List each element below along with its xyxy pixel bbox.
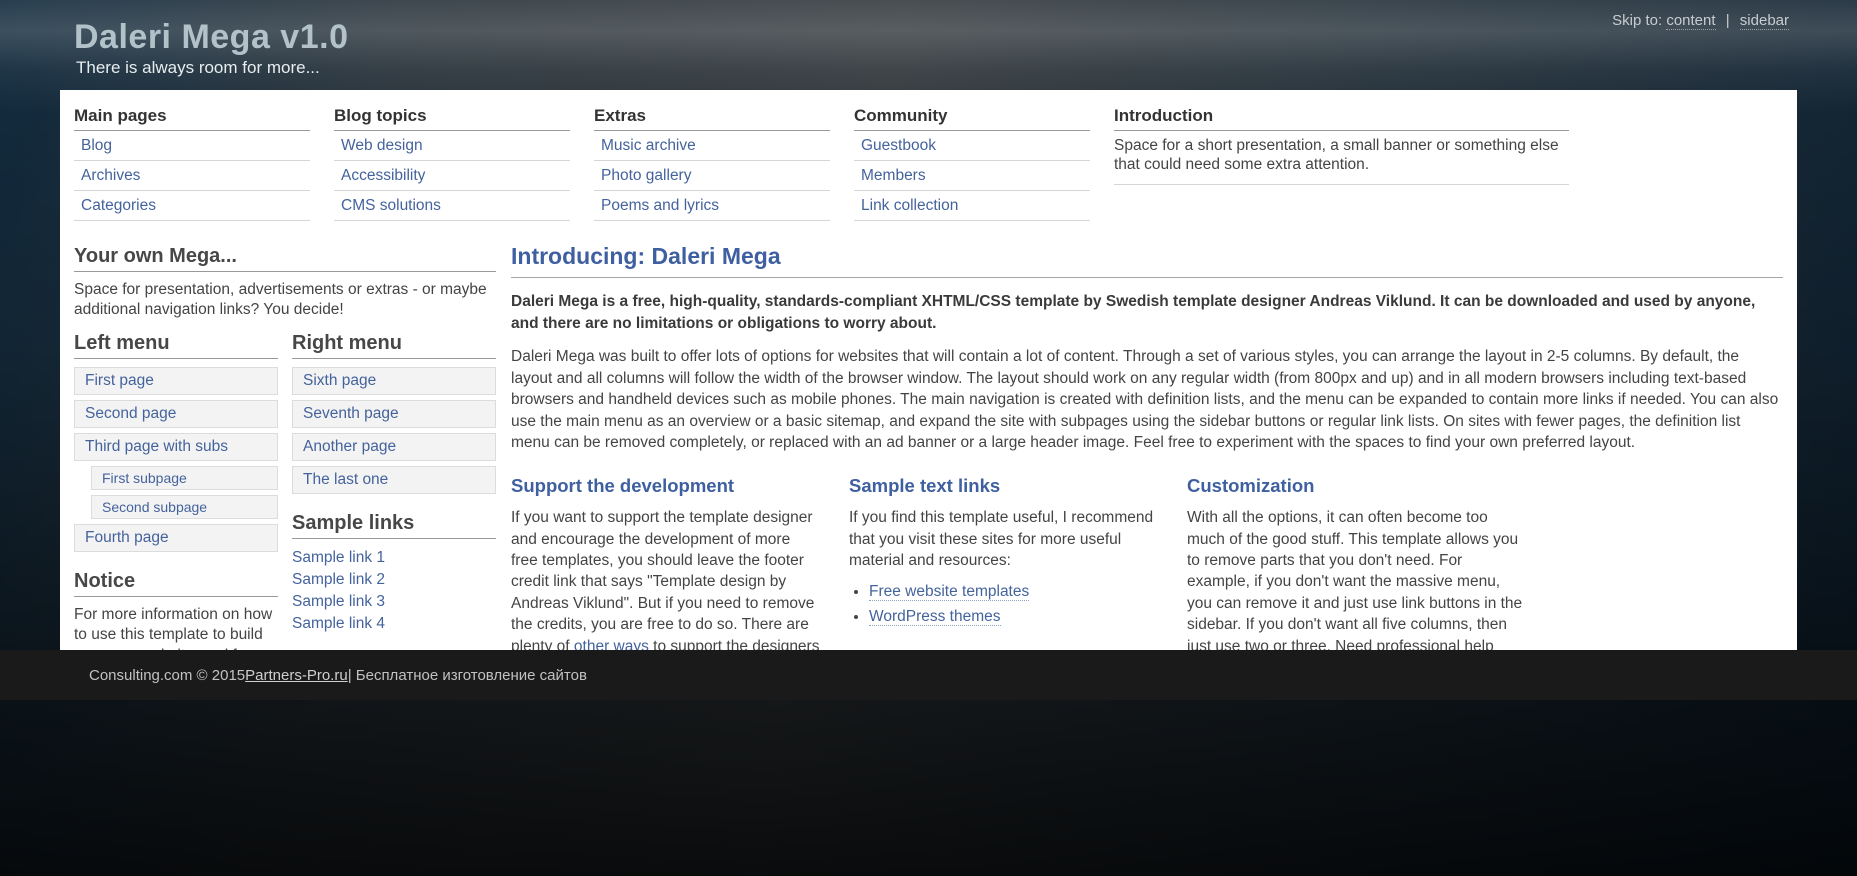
nav-link-poems-and-lyrics[interactable]: Poems and lyrics [594,191,830,221]
nav-column-title: Community [854,104,1090,131]
article-columns: Support the development If you want to s… [511,469,1783,650]
notice-title: Notice [74,570,278,597]
sample-text-links-list: Free website templates WordPress themes [869,583,1159,626]
menu-button-the-last-one[interactable]: The last one [292,466,496,494]
body-paragraph: Daleri Mega was built to offer lots of o… [511,346,1783,453]
skip-label: Skip to: [1612,12,1662,29]
sidebar-menus: Left menu First page Second page Third p… [74,324,496,650]
right-menu-title: Right menu [292,332,496,359]
nav-column-blog-topics: Blog topics Web design Accessibility CMS… [334,104,570,221]
nav-link-photo-gallery[interactable]: Photo gallery [594,161,830,191]
column-title: Sample text links [849,475,1159,497]
nav-link-blog[interactable]: Blog [74,131,310,161]
nav-link-link-collection[interactable]: Link collection [854,191,1090,221]
column-title: Customization [1187,475,1523,497]
footer-text-part1: Consulting.com © 2015 [89,667,245,684]
column-sample-text-links: Sample text links If you find this templ… [849,469,1159,650]
menu-button-second-page[interactable]: Second page [74,400,278,428]
content-area: Main pages Blog Archives Categories Blog… [60,90,1797,650]
menu-button-seventh-page[interactable]: Seventh page [292,400,496,428]
sample-link-1[interactable]: Sample link 1 [292,547,496,569]
footer-text-part2: | Бесплатное изготовление сайтов [348,667,587,684]
left-menu-column: Left menu First page Second page Third p… [74,324,278,650]
column-customization: Customization With all the options, it c… [1187,469,1523,650]
list-item: WordPress themes [869,608,1159,626]
nav-column-title: Introduction [1114,104,1569,131]
lead-paragraph: Daleri Mega is a free, high-quality, sta… [511,291,1783,334]
customization-text-part1: With all the options, it can often becom… [1187,509,1522,650]
skip-separator: | [1726,12,1730,29]
main-article: Introducing: Daleri Mega Daleri Mega is … [511,237,1783,650]
site-header: Daleri Mega v1.0 There is always room fo… [0,0,1857,90]
skip-link-sidebar[interactable]: sidebar [1740,12,1789,30]
nav-link-members[interactable]: Members [854,161,1090,191]
site-tagline: There is always room for more... [76,58,320,78]
sample-links-title: Sample links [292,512,496,539]
nav-column-introduction: Introduction Space for a short presentat… [1114,104,1569,221]
menu-button-fourth-page[interactable]: Fourth page [74,524,278,552]
column-text: If you want to support the template desi… [511,507,821,650]
menu-button-first-subpage[interactable]: First subpage [91,466,278,490]
nav-column-community: Community Guestbook Members Link collect… [854,104,1090,221]
menu-button-sixth-page[interactable]: Sixth page [292,367,496,395]
site-title: Daleri Mega v1.0 [74,18,348,57]
list-item: Free website templates [869,583,1159,601]
column-text: With all the options, it can often becom… [1187,507,1523,650]
menu-button-third-page[interactable]: Third page with subs [74,433,278,461]
nav-link-accessibility[interactable]: Accessibility [334,161,570,191]
page-title: Introducing: Daleri Mega [511,243,1783,278]
nav-link-guestbook[interactable]: Guestbook [854,131,1090,161]
middle-row: Your own Mega... Space for presentation,… [74,237,1783,650]
wordpress-themes-link[interactable]: WordPress themes [869,608,1001,626]
sidebar-intro-title: Your own Mega... [74,245,496,272]
page: Daleri Mega v1.0 There is always room fo… [0,0,1857,876]
right-menu-column: Right menu Sixth page Seventh page Anoth… [292,324,496,650]
nav-link-archives[interactable]: Archives [74,161,310,191]
free-website-templates-link[interactable]: Free website templates [869,583,1029,601]
sample-link-2[interactable]: Sample link 2 [292,569,496,591]
notice-text: For more information on how to use this … [74,605,278,650]
sidebar-intro-text: Space for presentation, advertisements o… [74,280,496,320]
other-ways-link[interactable]: other ways [574,638,649,651]
column-text: If you find this template useful, I reco… [849,507,1159,571]
nav-link-cms-solutions[interactable]: CMS solutions [334,191,570,221]
sample-link-3[interactable]: Sample link 3 [292,591,496,613]
nav-column-title: Main pages [74,104,310,131]
notice-text-part1: For more information on how to use this … [74,606,277,650]
menu-button-first-page[interactable]: First page [74,367,278,395]
nav-column-title: Extras [594,104,830,131]
nav-link-web-design[interactable]: Web design [334,131,570,161]
menu-button-second-subpage[interactable]: Second subpage [91,495,278,519]
site-footer: Consulting.com © 2015 Partners-Pro.ru | … [0,650,1857,700]
nav-column-main-pages: Main pages Blog Archives Categories [74,104,310,221]
sidebar: Your own Mega... Space for presentation,… [74,237,496,650]
nav-column-extras: Extras Music archive Photo gallery Poems… [594,104,830,221]
nav-introduction-text: Space for a short presentation, a small … [1114,131,1569,185]
menu-button-another-page[interactable]: Another page [292,433,496,461]
nav-link-categories[interactable]: Categories [74,191,310,221]
support-text-part1: If you want to support the template desi… [511,509,814,650]
left-menu-title: Left menu [74,332,278,359]
column-support-development: Support the development If you want to s… [511,469,821,650]
sample-link-4[interactable]: Sample link 4 [292,613,496,635]
partners-pro-link[interactable]: Partners-Pro.ru [245,667,348,684]
column-title: Support the development [511,475,821,497]
skip-link-content[interactable]: content [1666,12,1715,30]
nav-link-music-archive[interactable]: Music archive [594,131,830,161]
nav-column-title: Blog topics [334,104,570,131]
main-navigation: Main pages Blog Archives Categories Blog… [74,104,1783,221]
skip-bar: Skip to: content | sidebar [1612,12,1789,29]
